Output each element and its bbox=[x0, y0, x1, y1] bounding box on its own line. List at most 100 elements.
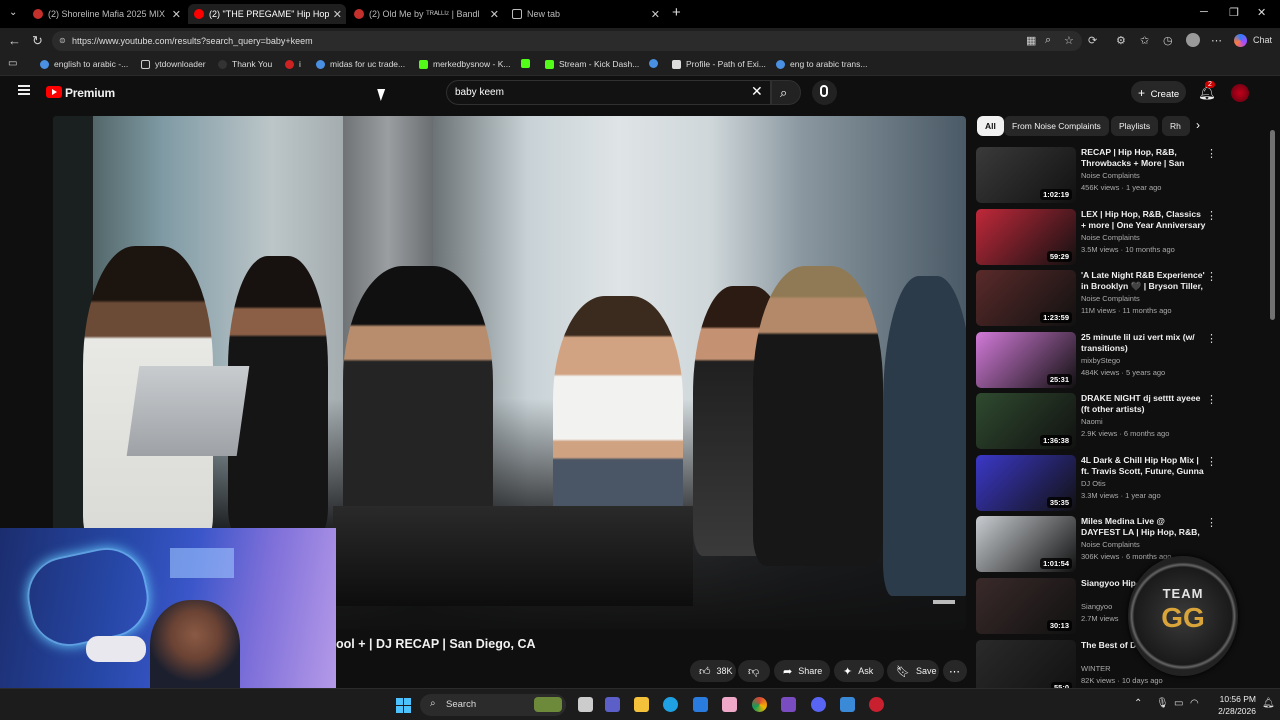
clock-date[interactable]: 2/28/2026 bbox=[1208, 706, 1256, 716]
app-icon[interactable] bbox=[722, 697, 737, 712]
recommendation-title[interactable]: Miles Medina Live @ DAYFEST LA | Hip Hop… bbox=[1081, 516, 1206, 538]
video-thumbnail[interactable]: 35:35 bbox=[976, 455, 1076, 511]
profile-avatar[interactable] bbox=[1186, 33, 1200, 47]
more-menu-icon[interactable]: ⋯ bbox=[1211, 34, 1222, 47]
tab-close-icon[interactable]: ✕ bbox=[172, 8, 181, 21]
recommendation-item[interactable]: 25:31 25 minute lil uzi vert mix (w/ tran… bbox=[976, 332, 1217, 390]
browser-tab-4[interactable]: New tab ✕ bbox=[506, 4, 664, 24]
chip-all[interactable]: All bbox=[977, 116, 1004, 136]
bookmark-item[interactable]: merkedbysnow - K... bbox=[419, 59, 510, 69]
ask-button[interactable]: ✦ Ask bbox=[834, 660, 884, 682]
more-vert-icon[interactable]: ⋮ bbox=[1206, 147, 1217, 160]
channel-name[interactable]: mixbyStego bbox=[1081, 356, 1120, 365]
copilot-icon[interactable] bbox=[1234, 34, 1247, 47]
history-icon[interactable]: ◷ bbox=[1163, 34, 1173, 47]
create-button[interactable]: + Create bbox=[1131, 81, 1186, 103]
reading-list-icon[interactable]: ▭ bbox=[8, 58, 17, 69]
video-thumbnail[interactable]: 1:23:59 bbox=[976, 270, 1076, 326]
more-actions-button[interactable]: ⋯ bbox=[943, 660, 967, 682]
recommendation-title[interactable]: 4L Dark & Chill Hip Hop Mix | ft. Travis… bbox=[1081, 455, 1206, 477]
more-vert-icon[interactable]: ⋮ bbox=[1206, 270, 1217, 283]
chip-playlists[interactable]: Playlists bbox=[1111, 116, 1159, 136]
youtube-premium-label[interactable]: Premium bbox=[65, 86, 115, 100]
channel-name[interactable]: DJ Otis bbox=[1081, 479, 1106, 488]
channel-name[interactable]: Noise Complaints bbox=[1081, 233, 1140, 242]
recommendation-item[interactable]: 1:23:59 'A Late Night R&B Experience' in … bbox=[976, 270, 1217, 328]
recommendation-title[interactable]: LEX | Hip Hop, R&B, Classics + more | On… bbox=[1081, 209, 1206, 231]
bookmark-item[interactable]: ytdownloader bbox=[141, 59, 206, 69]
recommendation-title[interactable]: 'A Late Night R&B Experience' in Brookly… bbox=[1081, 270, 1206, 292]
network-icon[interactable]: ▭ bbox=[1174, 698, 1183, 709]
close-window-icon[interactable]: ✕ bbox=[1257, 6, 1266, 19]
browser-tab-1[interactable]: (2) Shoreline Mafia 2025 MIX Best ✕ bbox=[27, 4, 185, 24]
hamburger-menu-icon[interactable] bbox=[18, 85, 30, 95]
site-info-icon[interactable]: ⊜ bbox=[59, 36, 66, 45]
address-bar[interactable]: ⊜ https://www.youtube.com/results?search… bbox=[52, 31, 1082, 51]
save-button[interactable]: 🔖︎ Save bbox=[887, 660, 939, 682]
like-button[interactable]: 👍︎ 38K bbox=[690, 660, 736, 682]
file-explorer-icon[interactable] bbox=[634, 697, 649, 712]
voice-search-button[interactable] bbox=[812, 80, 837, 105]
teams-icon[interactable] bbox=[605, 697, 620, 712]
account-avatar[interactable] bbox=[1231, 84, 1249, 102]
clock-time[interactable]: 10:56 PM bbox=[1216, 694, 1256, 704]
share-button[interactable]: ➦ Share bbox=[774, 660, 830, 682]
chat-label[interactable]: Chat bbox=[1253, 35, 1272, 45]
favorites-icon[interactable]: ✩ bbox=[1140, 34, 1149, 47]
new-tab-button[interactable]: + bbox=[672, 4, 681, 21]
back-icon[interactable]: ← bbox=[8, 33, 21, 48]
channel-name[interactable]: Noise Complaints bbox=[1081, 171, 1140, 180]
widgets-icon[interactable] bbox=[534, 697, 562, 712]
tab-list-button[interactable]: ⌄ bbox=[9, 7, 17, 18]
zoom-icon[interactable]: ⌕ bbox=[1045, 34, 1051, 47]
video-thumbnail[interactable]: 25:31 bbox=[976, 332, 1076, 388]
recommendation-title[interactable]: 25 minute lil uzi vert mix (w/ transitio… bbox=[1081, 332, 1206, 354]
reader-view-icon[interactable]: ▦ bbox=[1026, 34, 1036, 47]
chip-rhythm[interactable]: Rh bbox=[1162, 116, 1190, 136]
favorite-star-icon[interactable]: ☆ bbox=[1064, 34, 1074, 47]
bookmark-item[interactable]: english to arabic -... bbox=[40, 59, 128, 69]
video-thumbnail[interactable]: 1:02:19 bbox=[976, 147, 1076, 203]
browser-tab-2[interactable]: (2) "THE PREGAME" Hip Hop, R&B ✕ bbox=[188, 4, 346, 24]
tab-close-icon[interactable]: ✕ bbox=[333, 8, 342, 21]
channel-name[interactable]: Noise Complaints bbox=[1081, 294, 1140, 303]
bookmark-item[interactable]: Profile - Path of Exi... bbox=[672, 59, 766, 69]
search-input[interactable]: baby keem bbox=[446, 80, 771, 105]
bookmark-item[interactable] bbox=[649, 59, 663, 68]
app-icon[interactable] bbox=[869, 697, 884, 712]
more-vert-icon[interactable]: ⋮ bbox=[1206, 393, 1217, 406]
browser-tab-3[interactable]: (2) Old Me by ᵀᴿᴬᴸᴸᴵᶻ | Bandl ✕ bbox=[348, 4, 503, 24]
video-thumbnail[interactable]: 1:01:54 bbox=[976, 516, 1076, 572]
recommendation-item[interactable]: 35:35 4L Dark & Chill Hip Hop Mix | ft. T… bbox=[976, 455, 1217, 513]
notepad-icon[interactable] bbox=[840, 697, 855, 712]
video-thumbnail[interactable]: 1:36:38 bbox=[976, 393, 1076, 449]
more-vert-icon[interactable]: ⋮ bbox=[1206, 209, 1217, 222]
channel-name[interactable]: Siangyoo bbox=[1081, 602, 1112, 611]
bookmark-item[interactable]: eng to arabic trans... bbox=[776, 59, 868, 69]
video-thumbnail[interactable]: 30:13 bbox=[976, 578, 1076, 634]
discord-icon[interactable] bbox=[811, 697, 826, 712]
dislike-button[interactable]: 👎︎ bbox=[738, 660, 770, 682]
bookmark-item[interactable]: i bbox=[285, 59, 301, 69]
minimize-icon[interactable]: ─ bbox=[1200, 6, 1208, 18]
recommendation-item[interactable]: 1:02:19 RECAP | Hip Hop, R&B, Throwbacks … bbox=[976, 147, 1217, 205]
maximize-icon[interactable]: ❐ bbox=[1229, 6, 1239, 19]
more-vert-icon[interactable]: ⋮ bbox=[1206, 455, 1217, 468]
reload-icon[interactable]: ↻ bbox=[32, 33, 43, 49]
chevron-right-icon[interactable]: › bbox=[1196, 118, 1200, 132]
windows-start-icon[interactable] bbox=[396, 698, 412, 714]
task-view-icon[interactable] bbox=[578, 697, 593, 712]
scrollbar-thumb[interactable] bbox=[1270, 130, 1275, 320]
recommendation-title[interactable]: DRAKE NIGHT dj setttt ayeee (ft other ar… bbox=[1081, 393, 1206, 415]
bookmark-item[interactable] bbox=[521, 59, 535, 68]
app-icon[interactable] bbox=[781, 697, 796, 712]
notification-bell-icon[interactable]: 🔔︎ bbox=[1262, 698, 1275, 709]
extensions-icon[interactable]: ⚙ bbox=[1116, 34, 1126, 47]
store-icon[interactable] bbox=[693, 697, 708, 712]
chrome-icon[interactable] bbox=[752, 697, 767, 712]
tab-close-icon[interactable]: ✕ bbox=[490, 8, 499, 21]
recommendation-item[interactable]: 1:36:38 DRAKE NIGHT dj setttt ayeee (ft o… bbox=[976, 393, 1217, 451]
chip-from-channel[interactable]: From Noise Complaints bbox=[1004, 116, 1109, 136]
more-vert-icon[interactable]: ⋮ bbox=[1206, 516, 1217, 529]
channel-name[interactable]: WINTER bbox=[1081, 664, 1111, 673]
